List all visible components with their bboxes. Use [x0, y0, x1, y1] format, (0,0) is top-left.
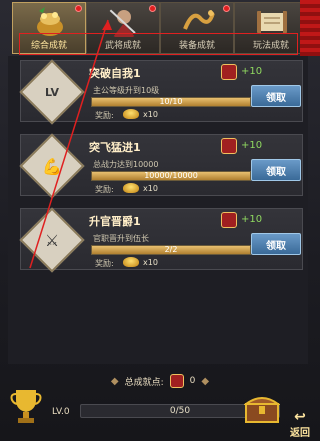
- tab-bar: 综合成就 武将成就 装备成就 玩法成就: [0, 0, 320, 56]
- achievement-description: 总战力达到10000: [93, 160, 159, 169]
- achievement-level: LV.0: [52, 407, 70, 417]
- achievement-points: +10: [241, 140, 263, 151]
- achievement-title: 升官晋爵1: [89, 215, 141, 228]
- strength-icon: 💪: [42, 156, 62, 176]
- back-label: 返回: [290, 428, 310, 439]
- achievement-description: 官职晋升到伍长: [93, 234, 149, 243]
- trophy-icon: [10, 390, 42, 423]
- reward-label: 奖励:: [95, 185, 114, 194]
- achievement-title: 突飞猛进1: [89, 141, 141, 154]
- notification-dot: [149, 5, 156, 12]
- achievement-points: +10: [241, 66, 263, 77]
- gold-ingot-icon: [123, 183, 139, 193]
- achievement-list: LV 突破自我1 +10 主公等级升到10级 10/10 奖励: x10 领取 …: [8, 56, 308, 364]
- progress-bar: 10/10: [91, 97, 251, 107]
- claim-button[interactable]: 领取: [251, 85, 301, 107]
- achievement-card: ⚔ 升官晋爵1 +10 官职晋升到伍长 2/2 奖励: x10 领取: [19, 207, 303, 273]
- ornament-right-icon: ◆: [201, 375, 210, 387]
- progress-bar: 2/2: [91, 245, 251, 255]
- claim-button[interactable]: 领取: [251, 159, 301, 181]
- achievement-title: 突破自我1: [89, 67, 141, 80]
- ornament-left-icon: ◆: [110, 375, 119, 387]
- reward-label: 奖励:: [95, 111, 114, 120]
- side-decoration: [300, 0, 320, 56]
- reward-count: x10: [143, 184, 158, 193]
- achievement-screen: 综合成就 武将成就 装备成就 玩法成就 LV 突破自我1 +10 主公等级升到1…: [0, 0, 320, 441]
- gold-ingot-icon: [123, 257, 139, 267]
- treasure-chest-icon[interactable]: [244, 392, 280, 424]
- achievement-card: 💪 突飞猛进1 +10 总战力达到10000 10000/10000 奖励: x…: [19, 133, 303, 199]
- achievement-point-icon: [221, 138, 237, 154]
- notification-dot: [75, 5, 82, 12]
- total-achievement-points: ◆ 总成就点: 0 ◆: [85, 372, 235, 390]
- reward-label: 奖励:: [95, 259, 114, 268]
- points-value: 0: [189, 376, 196, 386]
- reward-count: x10: [143, 110, 158, 119]
- points-label: 总成就点:: [124, 377, 164, 388]
- back-arrow-icon: ↩: [294, 409, 306, 425]
- progress-bar: 10000/10000: [91, 171, 251, 181]
- achievement-description: 主公等级升到10级: [93, 86, 160, 95]
- achievement-card: LV 突破自我1 +10 主公等级升到10级 10/10 奖励: x10 领取: [19, 59, 303, 125]
- back-button[interactable]: ↩ 返回: [282, 409, 318, 439]
- achievement-point-icon: [221, 64, 237, 80]
- progress-text: 2/2: [164, 245, 178, 254]
- level-up-icon: LV: [44, 85, 59, 99]
- achievement-point-icon: [221, 212, 237, 228]
- gold-ingot-icon: [123, 109, 139, 119]
- notification-dot: [223, 5, 230, 12]
- highlight-annotation: [19, 33, 298, 55]
- achievement-points: +10: [241, 214, 263, 225]
- achievement-point-icon: [169, 374, 184, 388]
- progress-text: 10/10: [159, 97, 183, 106]
- claim-button[interactable]: 领取: [251, 233, 301, 255]
- progress-text: 10000/10000: [144, 171, 198, 180]
- helmet-icon: ⚔: [44, 230, 60, 250]
- reward-count: x10: [143, 258, 158, 267]
